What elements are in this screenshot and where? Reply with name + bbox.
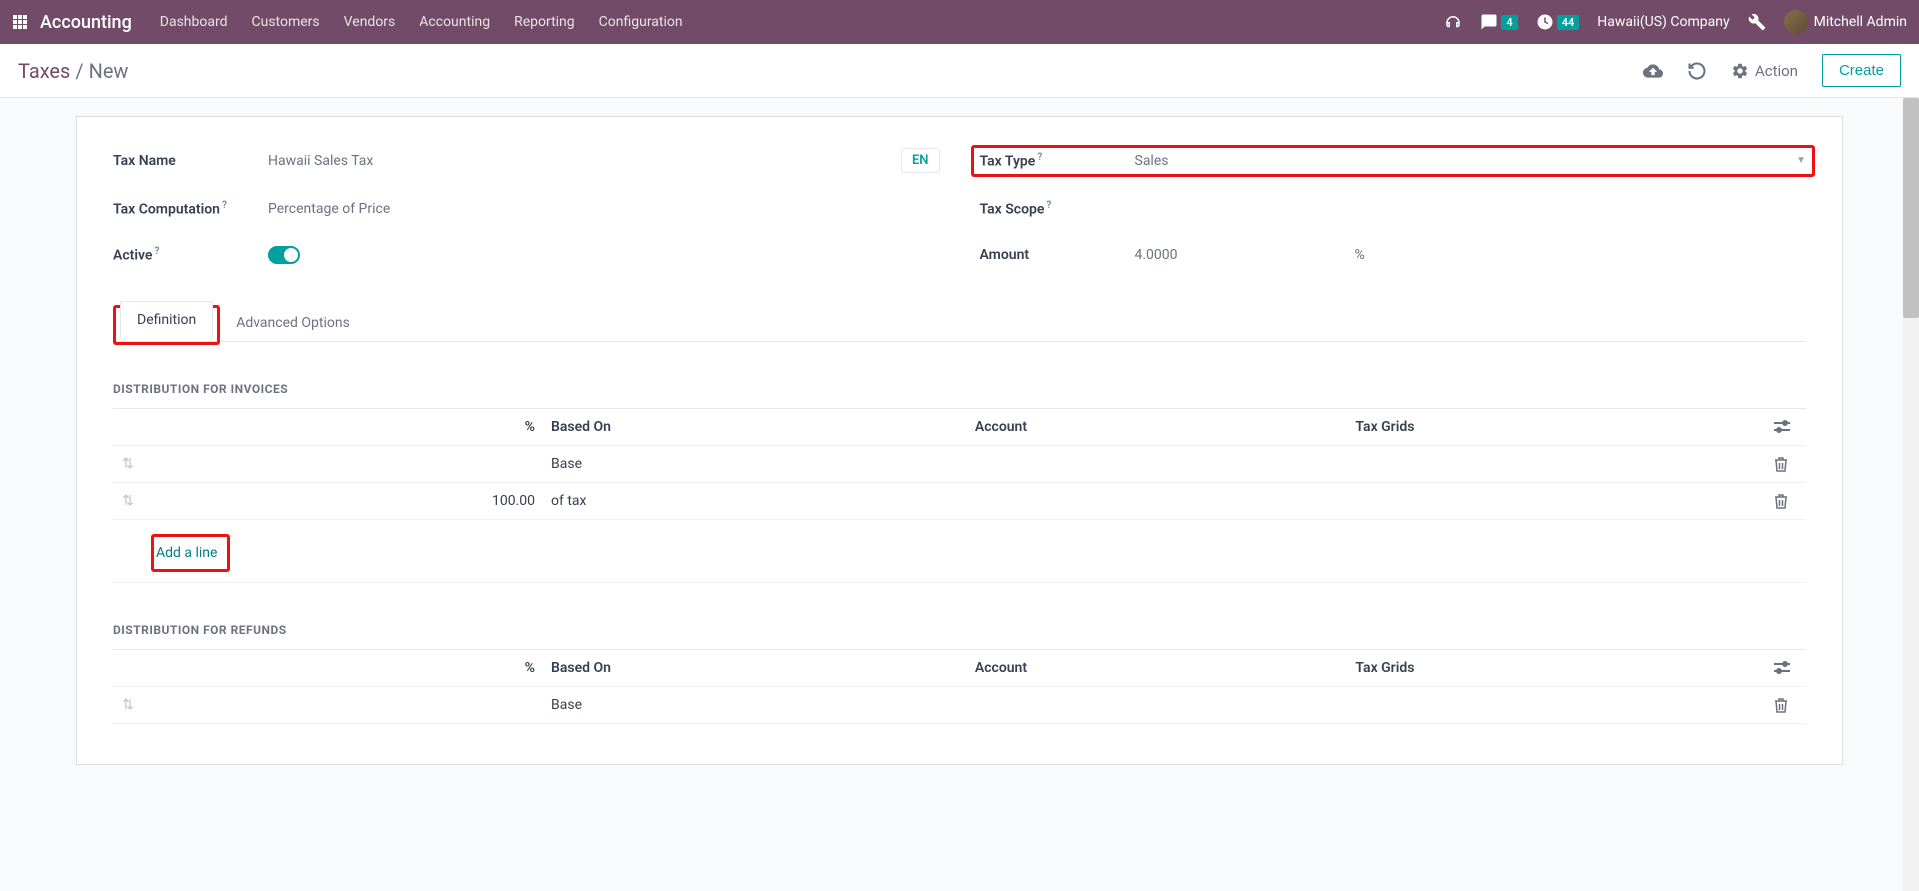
- delete-row-icon[interactable]: [1766, 482, 1806, 519]
- voip-icon[interactable]: [1444, 13, 1462, 31]
- drag-handle-icon[interactable]: ⇅: [113, 482, 143, 519]
- nav-customers[interactable]: Customers: [252, 14, 320, 30]
- delete-row-icon[interactable]: [1766, 686, 1806, 723]
- tab-advanced[interactable]: Advanced Options: [220, 305, 366, 341]
- active-label: Active?: [113, 246, 268, 264]
- col-pct[interactable]: %: [143, 649, 543, 686]
- avatar: [1784, 10, 1808, 34]
- invoices-table: % Based On Account Tax Grids ⇅ Base ⇅ 10…: [113, 408, 1806, 583]
- amount-label: Amount: [980, 247, 1135, 263]
- tax-name-field[interactable]: Hawaii Sales Tax: [268, 153, 901, 169]
- add-line-link[interactable]: Add a line: [154, 537, 227, 569]
- tax-computation-select[interactable]: Percentage of Price: [268, 201, 940, 217]
- help-icon[interactable]: ?: [1037, 152, 1042, 163]
- lang-button[interactable]: EN: [901, 148, 940, 173]
- help-icon[interactable]: ?: [222, 200, 227, 211]
- tab-definition[interactable]: Definition: [120, 301, 213, 339]
- help-icon[interactable]: ?: [154, 246, 159, 257]
- col-account[interactable]: Account: [967, 408, 1348, 445]
- tax-name-label: Tax Name: [113, 153, 268, 169]
- table-row[interactable]: ⇅ 100.00 of tax: [113, 482, 1806, 519]
- col-pct[interactable]: %: [143, 408, 543, 445]
- app-title[interactable]: Accounting: [40, 12, 132, 33]
- nav-dashboard[interactable]: Dashboard: [160, 14, 228, 30]
- refunds-section-title: DISTRIBUTION FOR REFUNDS: [113, 623, 1806, 637]
- breadcrumb: Taxes / New: [18, 59, 128, 83]
- vertical-scrollbar[interactable]: [1903, 98, 1919, 891]
- user-menu[interactable]: Mitchell Admin: [1784, 10, 1907, 34]
- tax-scope-label: Tax Scope?: [980, 200, 1135, 218]
- active-toggle[interactable]: [268, 246, 300, 264]
- col-account[interactable]: Account: [967, 649, 1348, 686]
- save-cloud-icon[interactable]: [1643, 61, 1663, 81]
- col-grids[interactable]: Tax Grids: [1347, 649, 1766, 686]
- tax-type-select[interactable]: Sales ▼: [1135, 153, 1807, 169]
- nav-accounting[interactable]: Accounting: [419, 14, 490, 30]
- create-button[interactable]: Create: [1822, 54, 1901, 87]
- tax-type-label: Tax Type?: [980, 152, 1135, 170]
- breadcrumb-root[interactable]: Taxes: [18, 59, 70, 83]
- drag-handle-icon[interactable]: ⇅: [113, 445, 143, 482]
- col-grids[interactable]: Tax Grids: [1347, 408, 1766, 445]
- drag-handle-icon[interactable]: ⇅: [113, 686, 143, 723]
- action-label: Action: [1755, 62, 1798, 80]
- columns-options-icon[interactable]: [1766, 408, 1806, 445]
- invoices-section-title: DISTRIBUTION FOR INVOICES: [113, 382, 1806, 396]
- columns-options-icon[interactable]: [1766, 649, 1806, 686]
- refunds-table: % Based On Account Tax Grids ⇅ Base: [113, 649, 1806, 724]
- delete-row-icon[interactable]: [1766, 445, 1806, 482]
- activities-badge: 44: [1557, 15, 1580, 30]
- table-row[interactable]: ⇅ Base: [113, 445, 1806, 482]
- breadcrumb-current: New: [89, 59, 129, 83]
- apps-icon[interactable]: [12, 14, 28, 30]
- user-name: Mitchell Admin: [1814, 14, 1907, 30]
- debug-icon[interactable]: [1748, 13, 1766, 31]
- table-row[interactable]: ⇅ Base: [113, 686, 1806, 723]
- nav-configuration[interactable]: Configuration: [599, 14, 683, 30]
- amount-unit: %: [1355, 247, 1365, 263]
- col-based-on[interactable]: Based On: [543, 408, 967, 445]
- col-based-on[interactable]: Based On: [543, 649, 967, 686]
- amount-field[interactable]: 4.0000: [1135, 247, 1335, 263]
- activities-icon[interactable]: 44: [1536, 13, 1580, 31]
- action-menu[interactable]: Action: [1731, 62, 1798, 80]
- chevron-down-icon: ▼: [1796, 155, 1806, 166]
- tax-computation-label: Tax Computation?: [113, 200, 268, 218]
- form-sheet: Tax Name Hawaii Sales Tax EN Tax Type? S…: [76, 116, 1843, 765]
- nav-vendors[interactable]: Vendors: [344, 14, 396, 30]
- messages-icon[interactable]: 4: [1480, 13, 1517, 31]
- nav-reporting[interactable]: Reporting: [514, 14, 575, 30]
- messages-badge: 4: [1501, 15, 1517, 30]
- help-icon[interactable]: ?: [1046, 200, 1051, 211]
- discard-icon[interactable]: [1687, 61, 1707, 81]
- company-selector[interactable]: Hawaii(US) Company: [1597, 14, 1729, 30]
- scrollbar-thumb[interactable]: [1903, 98, 1919, 318]
